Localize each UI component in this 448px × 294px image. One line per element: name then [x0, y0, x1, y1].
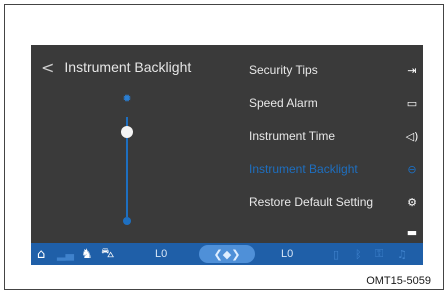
display-icon: ▭: [406, 96, 418, 110]
back-button[interactable]: <: [41, 58, 54, 77]
status-bar: ⌂ ▂▄ ♞ ⛍ L0 ❮◆❯ L0 ▯ ᛒ ⚿ ♫: [31, 243, 423, 265]
sound-icon: ◁): [405, 129, 419, 143]
left-level: L0: [155, 248, 168, 260]
bluetooth-icon: ᛒ: [355, 247, 362, 261]
backlight-slider[interactable]: ✹: [117, 93, 137, 233]
slider-thumb[interactable]: [121, 126, 133, 138]
menu-item-label: Speed Alarm: [249, 96, 318, 110]
lock-icon: ⚿: [375, 247, 384, 260]
gear-icon: ⚙: [407, 195, 417, 209]
header: < Instrument Backlight: [41, 57, 191, 77]
menu-item-speed-alarm[interactable]: Speed Alarm ▭: [249, 92, 419, 114]
page-title: Instrument Backlight: [64, 59, 192, 75]
signal-icon: ▂▄: [57, 247, 74, 261]
bell-icon: ♫: [397, 247, 407, 261]
instrument-screen: < Instrument Backlight ✹ Security Tips ⇥…: [31, 45, 423, 265]
home-icon[interactable]: ⌂: [37, 246, 45, 262]
dim-sun-icon: [123, 217, 131, 225]
car-icon: ⛍: [101, 245, 115, 261]
menu-item-restore-default[interactable]: Restore Default Setting ⚙: [249, 191, 419, 213]
figure-caption: OMT15-5059: [366, 275, 431, 287]
sun-icon: ✹: [122, 92, 132, 105]
menu-item-label: Instrument Backlight: [249, 162, 358, 176]
menu-item-label: Security Tips: [249, 63, 318, 77]
figure-frame: < Instrument Backlight ✹ Security Tips ⇥…: [4, 4, 444, 290]
book-icon: ▬: [406, 225, 418, 239]
climate-icon[interactable]: ❮◆❯: [199, 245, 255, 263]
gauge-icon: ⊖: [407, 162, 417, 176]
menu-item-label: Restore Default Setting: [249, 195, 374, 209]
exit-icon: ⇥: [407, 63, 417, 77]
phone-icon: ▯: [333, 247, 340, 261]
right-level: L0: [281, 248, 294, 260]
menu-item-security-tips[interactable]: Security Tips ⇥: [249, 59, 419, 81]
menu-item-label: Instrument Time: [249, 129, 336, 143]
seat-icon: ♞: [81, 246, 93, 262]
menu-item-instrument-time[interactable]: Instrument Time ◁): [249, 125, 419, 147]
menu-item-manual[interactable]: ▬: [249, 221, 419, 243]
menu-item-instrument-backlight[interactable]: Instrument Backlight ⊖: [249, 158, 419, 180]
